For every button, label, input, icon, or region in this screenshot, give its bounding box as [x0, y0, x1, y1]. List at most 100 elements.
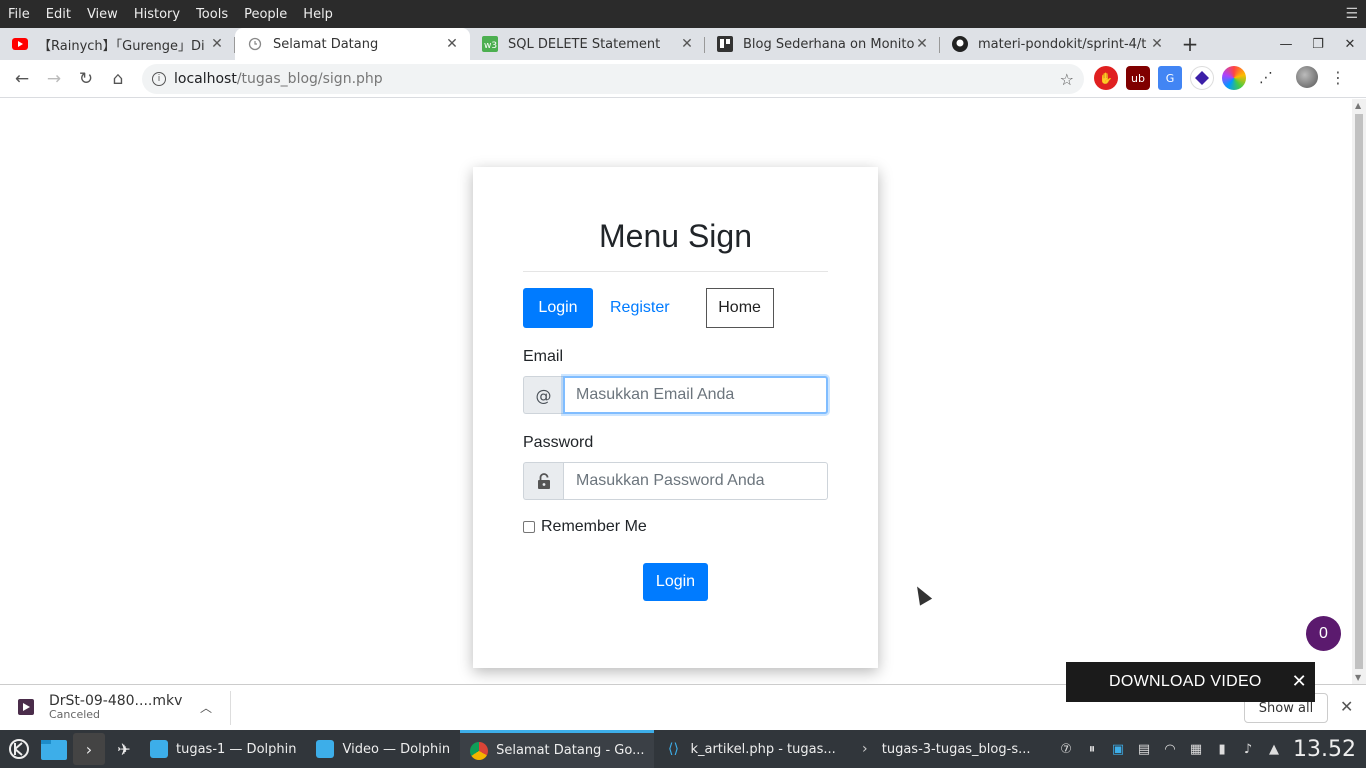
new-tab-icon[interactable]: + — [1175, 28, 1205, 60]
plane-icon[interactable]: ✈ — [108, 733, 140, 765]
menubar: File Edit View History Tools People Help… — [0, 0, 1366, 28]
password-field[interactable] — [563, 462, 828, 500]
minimize-icon[interactable]: — — [1270, 37, 1302, 52]
back-icon[interactable]: ← — [6, 63, 38, 95]
login-submit-button[interactable]: Login — [643, 563, 708, 601]
translate-icon[interactable]: G — [1158, 66, 1182, 90]
tab-title: Selamat Datang — [273, 36, 379, 52]
video-file-icon — [18, 699, 34, 715]
printer-icon[interactable]: ▦ — [1183, 742, 1209, 757]
close-icon[interactable]: ✕ — [1292, 671, 1307, 692]
page-title: Menu Sign — [599, 218, 752, 254]
page-scrollbar[interactable]: ▲ ▼ — [1352, 99, 1366, 684]
close-tab-icon[interactable]: ✕ — [209, 36, 225, 52]
menu-edit[interactable]: Edit — [46, 7, 71, 22]
task-terminal[interactable]: › tugas-3-tugas_blog-s... — [846, 730, 1041, 768]
extensions: ✋ ub G ⋰ ⋮ — [1094, 66, 1348, 90]
terminal-icon: › — [861, 741, 868, 757]
scroll-up-icon[interactable]: ▲ — [1355, 101, 1361, 110]
email-field[interactable] — [563, 376, 828, 414]
task-dolphin-video[interactable]: Video — Dolphin — [306, 730, 460, 768]
close-tab-icon[interactable]: ✕ — [444, 36, 460, 52]
download-item[interactable]: DrSt-09-480....mkv Canceled — [18, 693, 182, 721]
tab-youtube[interactable]: 【Rainych】「Gurenge」Di ✕ — [0, 28, 235, 60]
browser-toolbar: ← → ↻ ⌂ i localhost/tugas_blog/sign.php … — [0, 60, 1366, 98]
at-icon: @ — [523, 376, 563, 414]
window-controls: — ❐ ✕ — [1270, 28, 1366, 60]
password-input-group — [523, 462, 828, 500]
url-host: localhost — [174, 71, 237, 87]
notification-badge[interactable]: 0 — [1306, 616, 1341, 651]
site-info-icon[interactable]: i — [152, 72, 166, 86]
remember-checkbox[interactable] — [523, 521, 535, 533]
clipboard-icon[interactable]: ▤ — [1131, 742, 1157, 757]
close-tab-icon[interactable]: ✕ — [1149, 36, 1165, 52]
tab-selamat-datang[interactable]: Selamat Datang ✕ — [235, 28, 470, 60]
download-video-button[interactable]: DOWNLOAD VIDEO ✕ — [1066, 662, 1315, 702]
w3schools-icon: w3 — [482, 36, 498, 52]
color-picker-icon[interactable] — [1222, 66, 1246, 90]
kde-launcher-icon[interactable] — [3, 733, 35, 765]
tab-sql-delete[interactable]: w3 SQL DELETE Statement ✕ — [470, 28, 705, 60]
volume-icon[interactable]: ♪ — [1235, 742, 1261, 757]
tab-title: Blog Sederhana on Monito — [743, 36, 914, 52]
lock-icon — [523, 462, 563, 500]
tab-strip: 【Rainych】「Gurenge」Di ✕ Selamat Datang ✕ … — [0, 28, 1366, 60]
address-bar[interactable]: i localhost/tugas_blog/sign.php ☆ — [142, 64, 1084, 94]
adblock-icon[interactable]: ✋ — [1094, 66, 1118, 90]
scrollbar-thumb[interactable] — [1355, 114, 1363, 669]
download-filename: DrSt-09-480....mkv — [49, 693, 183, 709]
chrome-icon — [470, 741, 489, 760]
menu-tools[interactable]: Tools — [196, 7, 228, 22]
task-chrome[interactable]: Selamat Datang - Go... — [460, 730, 655, 768]
tab-trello[interactable]: Blog Sederhana on Monito ✕ — [705, 28, 940, 60]
close-window-icon[interactable]: ✕ — [1334, 37, 1366, 52]
help-icon[interactable]: ⑦ — [1053, 742, 1079, 757]
close-tab-icon[interactable]: ✕ — [679, 36, 695, 52]
forward-icon[interactable]: → — [38, 63, 70, 95]
menu-file[interactable]: File — [8, 7, 30, 22]
profile-avatar[interactable] — [1296, 66, 1318, 88]
cast-icon[interactable]: ⋰ — [1254, 66, 1278, 90]
window-menu-icon[interactable]: ☰ — [1345, 6, 1358, 22]
register-link[interactable]: Register — [610, 299, 670, 317]
ublock-icon[interactable]: ub — [1126, 66, 1150, 90]
folder-icon — [150, 740, 168, 758]
folder-icon — [316, 740, 335, 758]
menu-people[interactable]: People — [244, 7, 287, 22]
file-manager-icon[interactable] — [38, 733, 70, 765]
email-input-group: @ — [523, 376, 828, 414]
menu-help[interactable]: Help — [303, 7, 333, 22]
battery-icon[interactable]: ▮ — [1209, 742, 1235, 757]
close-tab-icon[interactable]: ✕ — [914, 36, 930, 52]
task-vscode[interactable]: ⟨⟩ k_artikel.php - tugas... — [654, 730, 845, 768]
tray-expand-icon[interactable]: ▲ — [1261, 742, 1287, 757]
menu-view[interactable]: View — [87, 7, 118, 22]
chevron-up-icon[interactable]: ︿ — [200, 699, 212, 716]
tab-github[interactable]: materi-pondokit/sprint-4/t ✕ — [940, 28, 1175, 60]
task-dolphin-tugas1[interactable]: tugas-1 — Dolphin — [140, 730, 306, 768]
bookmark-star-icon[interactable]: ☆ — [1060, 70, 1074, 89]
chrome-menu-icon[interactable]: ⋮ — [1328, 66, 1348, 90]
mouse-cursor — [911, 583, 933, 606]
remember-me[interactable]: Remember Me — [523, 518, 828, 536]
taskbar: › ✈ tugas-1 — Dolphin Video — Dolphin Se… — [0, 730, 1366, 768]
pause-icon[interactable]: ⏸ — [1079, 742, 1105, 757]
wifi-icon[interactable]: ◠ — [1157, 742, 1183, 757]
menu-history[interactable]: History — [134, 7, 180, 22]
chat-icon[interactable]: ▣ — [1105, 742, 1131, 757]
close-shelf-icon[interactable]: ✕ — [1340, 697, 1353, 716]
reload-icon[interactable]: ↻ — [70, 63, 102, 95]
url-path: /tugas_blog/sign.php — [236, 71, 383, 87]
terminal-launcher-icon[interactable]: › — [73, 733, 105, 765]
download-video-label: DOWNLOAD VIDEO — [1109, 673, 1262, 690]
remember-label: Remember Me — [541, 518, 647, 535]
extension-diamond-icon[interactable] — [1190, 66, 1214, 90]
login-tab-button[interactable]: Login — [523, 288, 593, 328]
restore-icon[interactable]: ❐ — [1302, 37, 1334, 52]
home-icon[interactable]: ⌂ — [102, 63, 134, 95]
clock[interactable]: 13.52 — [1293, 737, 1356, 762]
trello-icon — [717, 36, 733, 52]
home-button[interactable]: Home — [705, 288, 774, 328]
scroll-down-icon[interactable]: ▼ — [1355, 673, 1361, 682]
